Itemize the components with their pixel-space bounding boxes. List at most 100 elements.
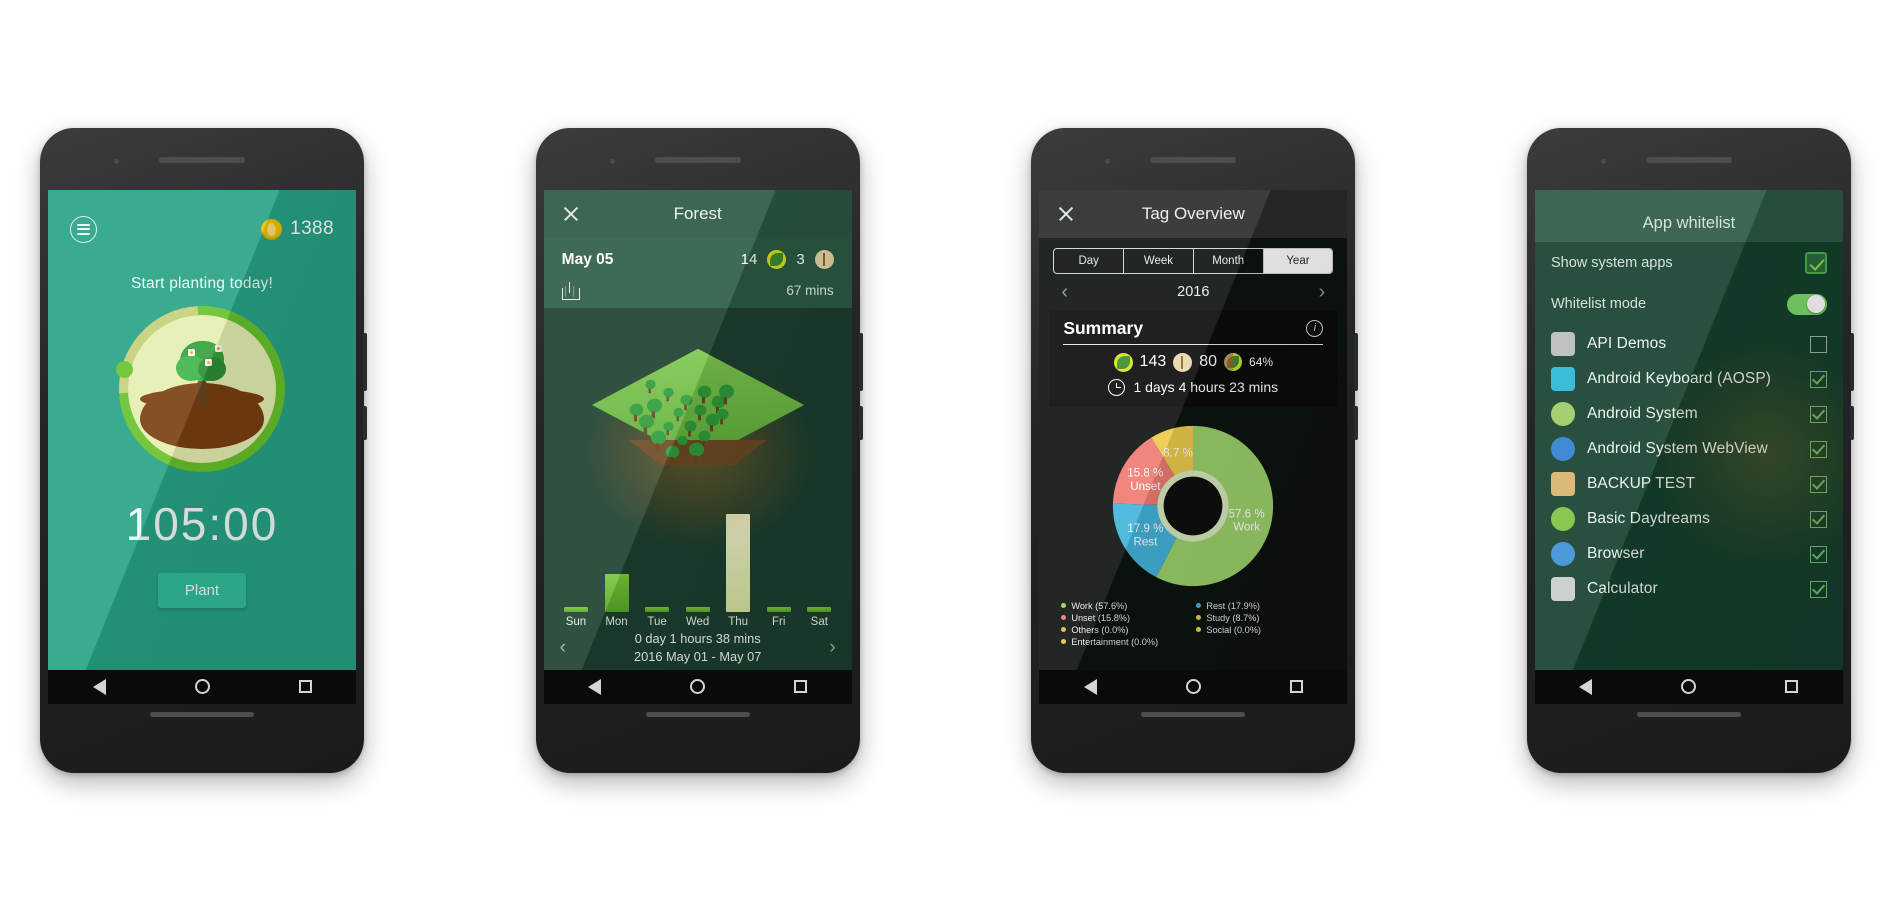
phone-mockup-1: 1388 Start planting today! 105:00 Plant bbox=[40, 127, 367, 773]
plant-button[interactable]: Plant bbox=[158, 572, 246, 608]
home-circle-icon[interactable] bbox=[1681, 679, 1697, 694]
hamburger-circle-icon[interactable] bbox=[70, 215, 97, 243]
phone-mockup-4: App whitelist Show system apps Whitelist… bbox=[1526, 127, 1854, 773]
forest-screen: Forest May 05 14 3 67 mins Sun Mon Tue W… bbox=[543, 189, 852, 670]
home-circle-icon[interactable] bbox=[1185, 679, 1201, 694]
close-icon[interactable] bbox=[1057, 205, 1075, 223]
app-name: Basic Daydreams bbox=[1586, 510, 1710, 527]
home-circle-icon[interactable] bbox=[194, 679, 210, 694]
app-checkbox[interactable] bbox=[1809, 475, 1827, 493]
app-row[interactable]: Android System bbox=[1535, 397, 1843, 432]
segment-week[interactable]: Week bbox=[1124, 248, 1194, 273]
forest-subrow: 67 mins bbox=[543, 281, 852, 308]
legend-item: Entertainment (0.0%) bbox=[1061, 637, 1190, 647]
bottom-speaker bbox=[1141, 711, 1246, 717]
chevron-right-icon[interactable]: › bbox=[829, 637, 835, 659]
summary-header: Summary i bbox=[1063, 318, 1324, 345]
android-navbar bbox=[543, 669, 852, 704]
app-checkbox[interactable] bbox=[1809, 405, 1827, 423]
tree-sprite bbox=[662, 387, 674, 401]
leaf-coin-icon bbox=[1113, 352, 1133, 372]
app-row[interactable]: API Demos bbox=[1535, 327, 1843, 362]
legend-dot bbox=[1196, 603, 1202, 608]
summary-tree-count: 80 bbox=[1199, 353, 1218, 370]
segment-day[interactable]: Day bbox=[1054, 248, 1125, 273]
show-system-apps-row[interactable]: Show system apps bbox=[1535, 242, 1843, 284]
segment-month[interactable]: Month bbox=[1194, 248, 1264, 273]
app-row[interactable]: Browser bbox=[1535, 537, 1843, 572]
app-name: Calculator bbox=[1586, 580, 1658, 597]
tree-sprite bbox=[665, 445, 679, 463]
app-row[interactable]: Android System WebView bbox=[1535, 432, 1843, 467]
chevron-right-icon[interactable]: › bbox=[1319, 281, 1326, 304]
chevron-left-icon[interactable]: ‹ bbox=[1061, 281, 1068, 304]
legend-dot bbox=[1061, 615, 1067, 620]
tree-sprite bbox=[716, 408, 729, 424]
app-checkbox[interactable] bbox=[1809, 510, 1827, 528]
forest-leaf-count: 14 bbox=[740, 251, 758, 268]
info-icon[interactable]: i bbox=[1306, 319, 1324, 337]
app-row[interactable]: BACKUP TEST bbox=[1535, 467, 1843, 502]
recents-square-icon[interactable] bbox=[1289, 680, 1303, 693]
legend-dot bbox=[1196, 615, 1202, 620]
slice-pct-label: 15.8 % bbox=[1128, 467, 1164, 479]
period-segmented-control[interactable]: Day Week Month Year bbox=[1053, 247, 1334, 274]
screen-tag-overview: Tag Overview Day Week Month Year ‹ 2016 › S… bbox=[1039, 189, 1348, 670]
donut-svg: 57.6 %Work 17.9 %Rest 15.8 %Unset 8.7 % bbox=[1113, 425, 1274, 586]
back-triangle-icon[interactable] bbox=[1579, 678, 1593, 695]
app-checkbox[interactable] bbox=[1809, 335, 1827, 353]
bar bbox=[645, 606, 670, 612]
recents-square-icon[interactable] bbox=[298, 680, 312, 693]
share-icon[interactable] bbox=[561, 281, 580, 300]
plant-pot-wrap bbox=[48, 271, 356, 506]
app-checkbox[interactable] bbox=[1809, 545, 1827, 563]
segment-year[interactable]: Year bbox=[1263, 248, 1333, 273]
app-checkbox[interactable] bbox=[1809, 440, 1827, 458]
phone-mockup-2: Forest May 05 14 3 67 mins Sun Mon Tue W… bbox=[535, 127, 863, 773]
slice-name-label: Rest bbox=[1134, 536, 1159, 548]
app-checkbox[interactable] bbox=[1809, 580, 1827, 598]
period-value: 2016 bbox=[1177, 284, 1210, 300]
screen-plant: 1388 Start planting today! 105:00 Plant bbox=[48, 189, 356, 670]
chevron-left-icon[interactable]: ‹ bbox=[560, 637, 566, 659]
recents-square-icon[interactable] bbox=[1785, 680, 1799, 693]
whitelist-mode-row[interactable]: Whitelist mode bbox=[1535, 284, 1843, 325]
whitelist-mode-label: Whitelist mode bbox=[1550, 296, 1647, 312]
app-name: Android System bbox=[1586, 405, 1698, 422]
app-row[interactable]: Basic Daydreams bbox=[1535, 502, 1843, 537]
bar-col: Tue bbox=[640, 606, 674, 628]
bar-label: Sat bbox=[810, 615, 828, 628]
coin-balance: 1388 bbox=[261, 218, 334, 240]
app-list: API Demos Android Keyboard (AOSP) Android … bbox=[1535, 325, 1843, 609]
calculator-icon bbox=[1550, 577, 1575, 601]
progress-handle[interactable] bbox=[116, 360, 133, 378]
forest-island[interactable] bbox=[544, 308, 852, 548]
whitelist-mode-toggle[interactable] bbox=[1786, 293, 1827, 315]
app-row[interactable]: Android Keyboard (AOSP) bbox=[1535, 362, 1843, 397]
recents-square-icon[interactable] bbox=[794, 680, 808, 693]
countdown-timer: 105:00 bbox=[125, 497, 279, 550]
plant-progress-ring[interactable] bbox=[84, 271, 320, 506]
summary-card: Summary i 143 80 64% 1 days 4 hours 23 m… bbox=[1049, 309, 1338, 407]
back-triangle-icon[interactable] bbox=[1083, 678, 1097, 695]
plant-screen: 1388 Start planting today! 105:00 Plant bbox=[48, 189, 356, 670]
show-system-apps-checkbox[interactable] bbox=[1804, 251, 1827, 274]
tag-overview-screen: Tag Overview Day Week Month Year ‹ 2016 › S… bbox=[1039, 189, 1348, 670]
bar-col: Wed bbox=[681, 606, 715, 628]
whitelist-screen: App whitelist Show system apps Whitelist… bbox=[1534, 189, 1843, 670]
close-icon[interactable] bbox=[562, 205, 580, 223]
slice-pct-label: 8.7 % bbox=[1164, 447, 1194, 459]
app-checkbox[interactable] bbox=[1809, 370, 1827, 388]
home-circle-icon[interactable] bbox=[690, 679, 706, 694]
phone-bezel-bottom bbox=[48, 669, 356, 746]
bar-label: Mon bbox=[605, 615, 628, 628]
legend-item: Rest (17.9%) bbox=[1196, 601, 1325, 611]
bar bbox=[807, 606, 832, 612]
summary-total-time: 1 days 4 hours 23 mins bbox=[1133, 379, 1279, 395]
back-triangle-icon[interactable] bbox=[92, 678, 106, 695]
tree-sprite bbox=[697, 385, 711, 403]
back-triangle-icon[interactable] bbox=[588, 678, 602, 695]
bar-col: Sat bbox=[802, 606, 836, 628]
app-row[interactable]: Calculator bbox=[1535, 572, 1843, 607]
donut-hole bbox=[1163, 476, 1223, 535]
